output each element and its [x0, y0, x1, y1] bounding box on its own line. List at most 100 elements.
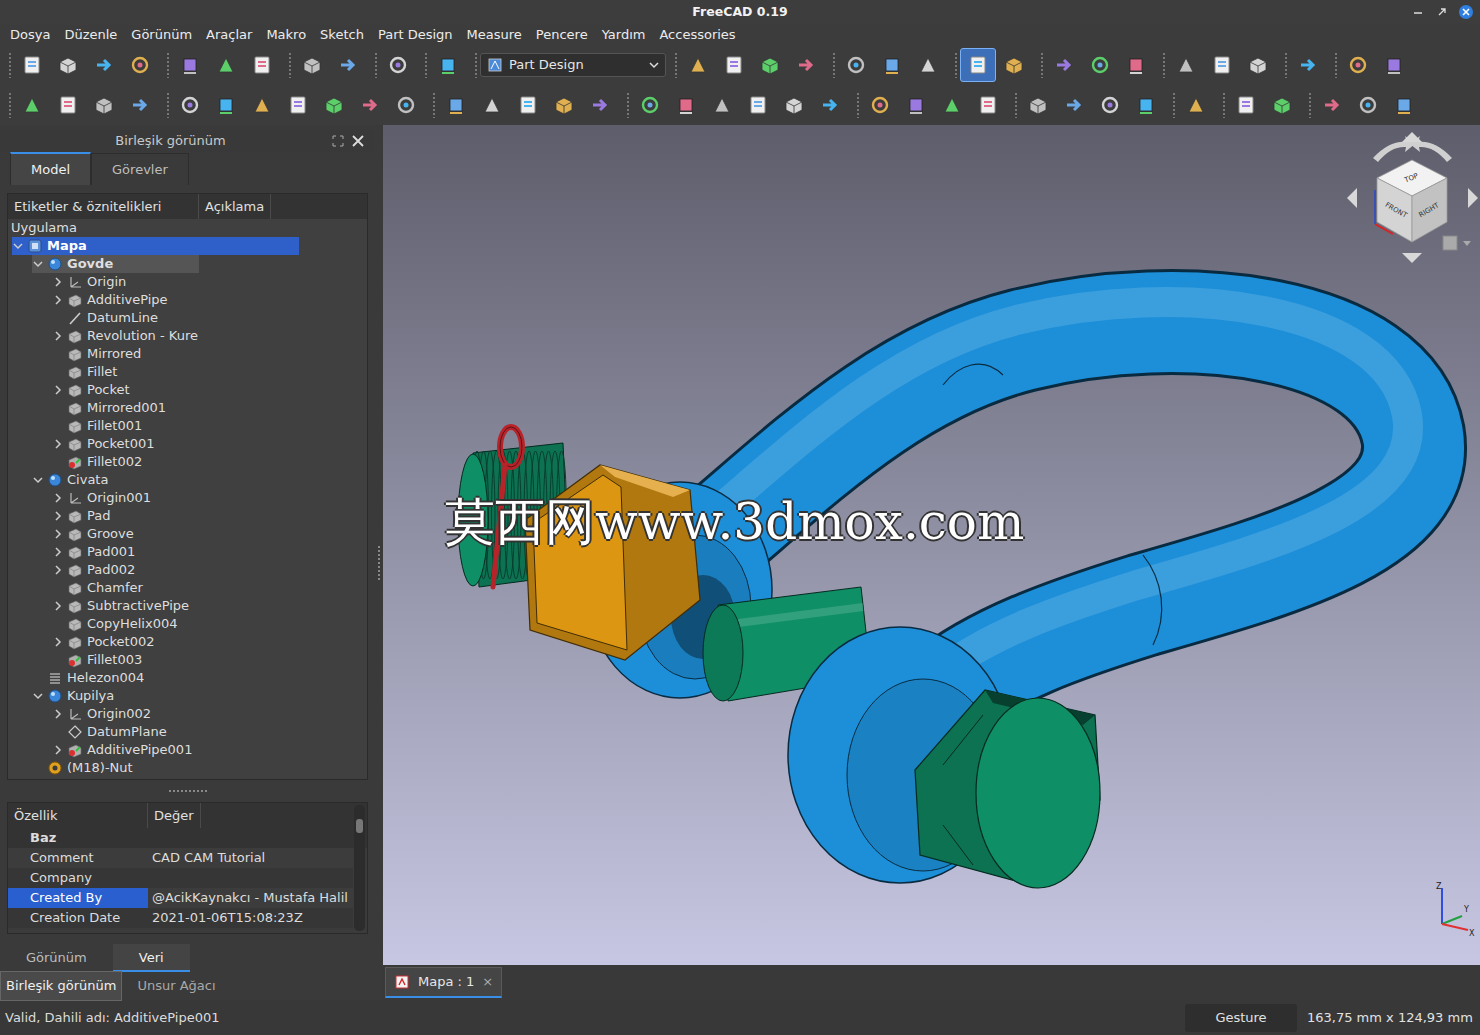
- menu-item[interactable]: Pencere: [536, 25, 588, 45]
- tree-expander[interactable]: [52, 381, 64, 399]
- expand-arrow-icon[interactable]: [53, 331, 63, 341]
- toolbar-button[interactable]: [1340, 48, 1376, 82]
- dock-tab[interactable]: Birleşik görünüm: [0, 971, 122, 1001]
- toolbar-button[interactable]: [874, 48, 910, 82]
- toolbar-button[interactable]: [316, 88, 352, 122]
- close-icon[interactable]: [351, 134, 365, 148]
- toolbar-grip[interactable]: [954, 52, 958, 78]
- toolbar-button[interactable]: [752, 48, 788, 82]
- panel-splitter[interactable]: [0, 780, 375, 802]
- tree-item[interactable]: Govde: [8, 255, 367, 273]
- toolbar-grip[interactable]: [166, 92, 170, 118]
- toolbar-button[interactable]: [438, 88, 474, 122]
- maximize-icon[interactable]: [1434, 4, 1450, 20]
- toolbar-grip[interactable]: [674, 52, 678, 78]
- toolbar-button[interactable]: [680, 48, 716, 82]
- tree-item[interactable]: Fillet: [8, 363, 367, 381]
- toolbar-button[interactable]: [704, 88, 740, 122]
- toolbar-grip[interactable]: [1308, 92, 1312, 118]
- tree-item[interactable]: Revolution - Kure: [8, 327, 367, 345]
- collapse-arrow-icon[interactable]: [33, 691, 43, 701]
- toolbar-button[interactable]: [1350, 88, 1386, 122]
- toolbar-grip[interactable]: [1284, 52, 1288, 78]
- toolbar-grip[interactable]: [166, 52, 170, 78]
- property-row[interactable]: CommentCAD CAM Tutorial: [8, 848, 353, 868]
- tree-item[interactable]: DatumPlane: [8, 723, 367, 741]
- property-column-header[interactable]: Değer: [148, 803, 201, 828]
- menu-item[interactable]: Measure: [467, 25, 522, 45]
- minimize-icon[interactable]: [1410, 4, 1426, 20]
- toolbar-button[interactable]: [122, 88, 158, 122]
- toolbar-button[interactable]: [934, 88, 970, 122]
- tree-item[interactable]: Helezon004: [8, 669, 367, 687]
- toolbar-button[interactable]: [1082, 48, 1118, 82]
- property-row[interactable]: Created By@AcikKaynakcı - Mustafa Halil: [8, 888, 353, 908]
- menu-item[interactable]: Yardım: [602, 25, 646, 45]
- toolbar-button[interactable]: [788, 48, 824, 82]
- toolbar-button[interactable]: [330, 48, 366, 82]
- scrollbar-thumb[interactable]: [356, 819, 363, 833]
- tree-expander[interactable]: [12, 237, 24, 255]
- property-column-header[interactable]: Özellik: [8, 803, 148, 828]
- toolbar-grip[interactable]: [1172, 92, 1176, 118]
- property-tab[interactable]: Görünüm: [0, 944, 113, 972]
- tree-item[interactable]: Pad001: [8, 543, 367, 561]
- toolbar-button[interactable]: [1178, 88, 1214, 122]
- toolbar-button[interactable]: [380, 48, 416, 82]
- close-icon[interactable]: [1458, 4, 1474, 20]
- toolbar-grip[interactable]: [1334, 52, 1338, 78]
- toolbar-button[interactable]: [14, 88, 50, 122]
- toolbar-button[interactable]: [960, 48, 996, 82]
- tree-item[interactable]: Mirrored001: [8, 399, 367, 417]
- expand-arrow-icon[interactable]: [53, 637, 63, 647]
- menu-item[interactable]: Araçlar: [206, 25, 252, 45]
- toolbar-button[interactable]: [50, 88, 86, 122]
- toolbar-button[interactable]: [838, 48, 874, 82]
- toolbar-button[interactable]: [776, 88, 812, 122]
- toolbar-button[interactable]: [388, 88, 424, 122]
- toolbar-button[interactable]: [1092, 88, 1128, 122]
- toolbar-button[interactable]: [1056, 88, 1092, 122]
- menu-item[interactable]: Dosya: [10, 25, 50, 45]
- tree-item[interactable]: Civata: [8, 471, 367, 489]
- tree-expander[interactable]: [52, 741, 64, 759]
- toolbar-button[interactable]: [910, 48, 946, 82]
- toolbar-button[interactable]: [862, 88, 898, 122]
- toolbar-grip[interactable]: [288, 52, 292, 78]
- expand-arrow-icon[interactable]: [53, 385, 63, 395]
- toolbar-button[interactable]: [546, 88, 582, 122]
- tree-item[interactable]: Kupilya: [8, 687, 367, 705]
- tree-item[interactable]: Origin: [8, 273, 367, 291]
- tree-item[interactable]: Origin002: [8, 705, 367, 723]
- toolbar-button[interactable]: [244, 48, 280, 82]
- toolbar-button[interactable]: [668, 88, 704, 122]
- tree-item[interactable]: Mirrored: [8, 345, 367, 363]
- tree-item[interactable]: Fillet001: [8, 417, 367, 435]
- toolbar-button[interactable]: [1228, 88, 1264, 122]
- expand-arrow-icon[interactable]: [53, 745, 63, 755]
- tree-expander[interactable]: [52, 543, 64, 561]
- toolbar-button[interactable]: [430, 48, 466, 82]
- toolbar-button[interactable]: [294, 48, 330, 82]
- toolbar-button[interactable]: [122, 48, 158, 82]
- toolbar-button[interactable]: [280, 88, 316, 122]
- tree-item[interactable]: Pad002: [8, 561, 367, 579]
- toolbar-grip[interactable]: [1014, 92, 1018, 118]
- tree-expander[interactable]: [52, 633, 64, 651]
- cube-face-label[interactable]: TOP: [1402, 172, 1419, 185]
- tree-column-header[interactable]: Açıklama: [199, 194, 271, 219]
- tree-item[interactable]: Chamfer: [8, 579, 367, 597]
- expand-arrow-icon[interactable]: [53, 439, 63, 449]
- tree-item[interactable]: Mapa: [8, 237, 367, 255]
- collapse-arrow-icon[interactable]: [33, 475, 43, 485]
- expand-arrow-icon[interactable]: [53, 529, 63, 539]
- menu-item[interactable]: Part Design: [378, 25, 453, 45]
- toolbar-button[interactable]: [582, 88, 618, 122]
- toolbar-button[interactable]: [1204, 48, 1240, 82]
- 3d-view[interactable]: 莫西网www.3dmox.comTOPFRONTRIGHTZYX: [383, 125, 1480, 965]
- toolbar-button[interactable]: [1168, 48, 1204, 82]
- toolbar-button[interactable]: [510, 88, 546, 122]
- navigation-style-button[interactable]: Gesture: [1185, 1004, 1297, 1032]
- tree-item[interactable]: AdditivePipe: [8, 291, 367, 309]
- tree-expander[interactable]: [52, 489, 64, 507]
